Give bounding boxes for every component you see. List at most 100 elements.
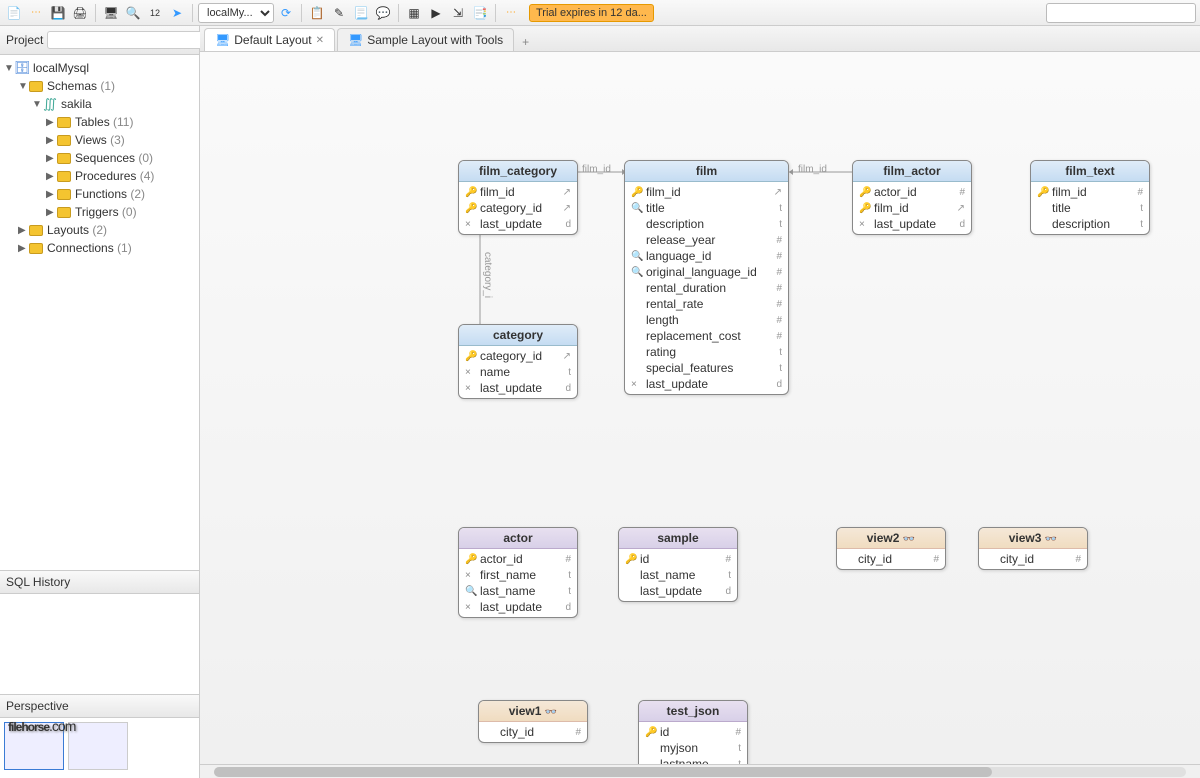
script-icon[interactable]: 📃 bbox=[351, 3, 371, 23]
horizontal-scrollbar[interactable] bbox=[200, 764, 1200, 778]
column-row[interactable]: rental_duration# bbox=[625, 280, 788, 296]
column-row[interactable]: release_year# bbox=[625, 232, 788, 248]
column-row[interactable]: last_namet bbox=[619, 567, 737, 583]
tree-connections[interactable]: ▶ Connections (1) bbox=[0, 239, 199, 257]
column-row[interactable]: 🔑actor_id# bbox=[853, 184, 971, 200]
export-icon[interactable]: ⇲ bbox=[448, 3, 468, 23]
entity-header[interactable]: view1 👓 bbox=[479, 701, 587, 722]
column-row[interactable]: 🔑actor_id# bbox=[459, 551, 577, 567]
comment-icon[interactable]: 💬 bbox=[373, 3, 393, 23]
entity-header[interactable]: test_json bbox=[639, 701, 747, 722]
entity-header[interactable]: film_category bbox=[459, 161, 577, 182]
column-row[interactable]: city_id# bbox=[979, 551, 1087, 567]
column-row[interactable]: 🔍titlet bbox=[625, 200, 788, 216]
entity-header[interactable]: view3 👓 bbox=[979, 528, 1087, 549]
column-row[interactable]: 🔑category_id↗ bbox=[459, 348, 577, 364]
tree-root[interactable]: ▼🗄localMysql bbox=[0, 59, 199, 77]
forward-icon[interactable]: ➤ bbox=[167, 3, 187, 23]
column-row[interactable]: 🔍last_namet bbox=[459, 583, 577, 599]
tree-item-sequences[interactable]: ▶Sequences (0) bbox=[0, 149, 199, 167]
column-row[interactable]: 🔑film_id# bbox=[1031, 184, 1149, 200]
entity-view3[interactable]: view3 👓 city_id# bbox=[978, 527, 1088, 570]
perspective-thumb-2[interactable] bbox=[68, 722, 128, 770]
tree-item-tables[interactable]: ▶Tables (11) bbox=[0, 113, 199, 131]
trial-badge[interactable]: Trial expires in 12 da... bbox=[529, 4, 654, 22]
er-canvas[interactable]: film_category🔑film_id↗🔑category_id↗×last… bbox=[200, 52, 1200, 764]
refresh-icon[interactable]: ⟳ bbox=[276, 3, 296, 23]
column-row[interactable]: ×last_updated bbox=[625, 376, 788, 392]
entity-header[interactable]: actor bbox=[459, 528, 577, 549]
entity-film_text[interactable]: film_text 🔑film_id#titletdescriptiont bbox=[1030, 160, 1150, 235]
entity-header[interactable]: film_text bbox=[1031, 161, 1149, 182]
tree-schemas[interactable]: ▼ Schemas (1) bbox=[0, 77, 199, 95]
column-row[interactable]: ×last_updated bbox=[459, 380, 577, 396]
save-icon[interactable]: 💾 bbox=[48, 3, 68, 23]
column-row[interactable]: city_id# bbox=[479, 724, 587, 740]
column-row[interactable]: ×last_updated bbox=[459, 216, 577, 232]
column-row[interactable]: special_featurest bbox=[625, 360, 788, 376]
column-row[interactable]: ratingt bbox=[625, 344, 788, 360]
entity-film[interactable]: film 🔑film_id↗🔍titletdescriptiontrelease_… bbox=[624, 160, 789, 395]
entity-header[interactable]: view2 👓 bbox=[837, 528, 945, 549]
copy-icon[interactable]: 📑 bbox=[470, 3, 490, 23]
zoom-icon[interactable]: 🔍 bbox=[123, 3, 143, 23]
column-row[interactable]: rental_rate# bbox=[625, 296, 788, 312]
global-search-input[interactable] bbox=[1046, 3, 1196, 23]
tab-add-button[interactable]: + bbox=[516, 33, 535, 51]
entity-category[interactable]: category 🔑category_id↗×namet×last_updated bbox=[458, 324, 578, 399]
tab-default-layout[interactable]: 🖥Default Layout✕ bbox=[204, 28, 335, 51]
column-row[interactable]: 🔍language_id# bbox=[625, 248, 788, 264]
new-icon[interactable]: 📄 bbox=[4, 3, 24, 23]
entity-sample[interactable]: sample 🔑id#last_nametlast_updated bbox=[618, 527, 738, 602]
entity-view2[interactable]: view2 👓 city_id# bbox=[836, 527, 946, 570]
column-row[interactable]: replacement_cost# bbox=[625, 328, 788, 344]
column-row[interactable]: myjsont bbox=[639, 740, 747, 756]
tree-item-views[interactable]: ▶Views (3) bbox=[0, 131, 199, 149]
column-row[interactable]: titlet bbox=[1031, 200, 1149, 216]
column-row[interactable]: 🔍original_language_id# bbox=[625, 264, 788, 280]
column-row[interactable]: ×first_namet bbox=[459, 567, 577, 583]
column-row[interactable]: city_id# bbox=[837, 551, 945, 567]
layout-icon[interactable]: 🖥 bbox=[101, 3, 121, 23]
entity-test_json[interactable]: test_json 🔑id#myjsontlastnamet bbox=[638, 700, 748, 764]
column-row[interactable]: ×last_updated bbox=[853, 216, 971, 232]
more-icon[interactable]: ⋯ bbox=[26, 3, 46, 23]
tree-db[interactable]: ▼∭sakila bbox=[0, 95, 199, 113]
tree-item-functions[interactable]: ▶Functions (2) bbox=[0, 185, 199, 203]
print-icon[interactable]: 🖨 bbox=[70, 3, 90, 23]
more2-icon[interactable]: ⋯ bbox=[501, 3, 521, 23]
column-row[interactable]: 🔑film_id↗ bbox=[625, 184, 788, 200]
project-search-input[interactable] bbox=[47, 31, 212, 49]
column-row[interactable]: last_updated bbox=[619, 583, 737, 599]
entity-header[interactable]: category bbox=[459, 325, 577, 346]
entity-film_category[interactable]: film_category 🔑film_id↗🔑category_id↗×last… bbox=[458, 160, 578, 235]
sql-history-header[interactable]: SQL History bbox=[0, 571, 199, 594]
column-row[interactable]: 🔑category_id↗ bbox=[459, 200, 577, 216]
tree-item-triggers[interactable]: ▶Triggers (0) bbox=[0, 203, 199, 221]
tab-close-icon[interactable]: ✕ bbox=[316, 35, 324, 46]
number-icon[interactable]: 12 bbox=[145, 3, 165, 23]
edit-icon[interactable]: ✎ bbox=[329, 3, 349, 23]
entity-header[interactable]: sample bbox=[619, 528, 737, 549]
column-row[interactable]: 🔑id# bbox=[639, 724, 747, 740]
tree-item-procedures[interactable]: ▶Procedures (4) bbox=[0, 167, 199, 185]
entity-film_actor[interactable]: film_actor 🔑actor_id#🔑film_id↗×last_updat… bbox=[852, 160, 972, 235]
tree-layouts[interactable]: ▶ Layouts (2) bbox=[0, 221, 199, 239]
column-row[interactable]: ×last_updated bbox=[459, 599, 577, 615]
column-row[interactable]: 🔑film_id↗ bbox=[853, 200, 971, 216]
column-row[interactable]: descriptiont bbox=[625, 216, 788, 232]
connection-combo[interactable]: localMy... bbox=[198, 3, 274, 23]
table-icon[interactable]: ▦ bbox=[404, 3, 424, 23]
exec-icon[interactable]: ▶ bbox=[426, 3, 446, 23]
column-row[interactable]: descriptiont bbox=[1031, 216, 1149, 232]
entity-header[interactable]: film_actor bbox=[853, 161, 971, 182]
column-row[interactable]: 🔑film_id↗ bbox=[459, 184, 577, 200]
entity-view1[interactable]: view1 👓 city_id# bbox=[478, 700, 588, 743]
column-row[interactable]: 🔑id# bbox=[619, 551, 737, 567]
column-row[interactable]: lastnamet bbox=[639, 756, 747, 764]
sql-icon[interactable]: 📋 bbox=[307, 3, 327, 23]
entity-header[interactable]: film bbox=[625, 161, 788, 182]
tab-sample-layout-with-tools[interactable]: 🖥Sample Layout with Tools bbox=[337, 28, 514, 51]
entity-actor[interactable]: actor 🔑actor_id#×first_namet🔍last_namet×l… bbox=[458, 527, 578, 618]
column-row[interactable]: ×namet bbox=[459, 364, 577, 380]
